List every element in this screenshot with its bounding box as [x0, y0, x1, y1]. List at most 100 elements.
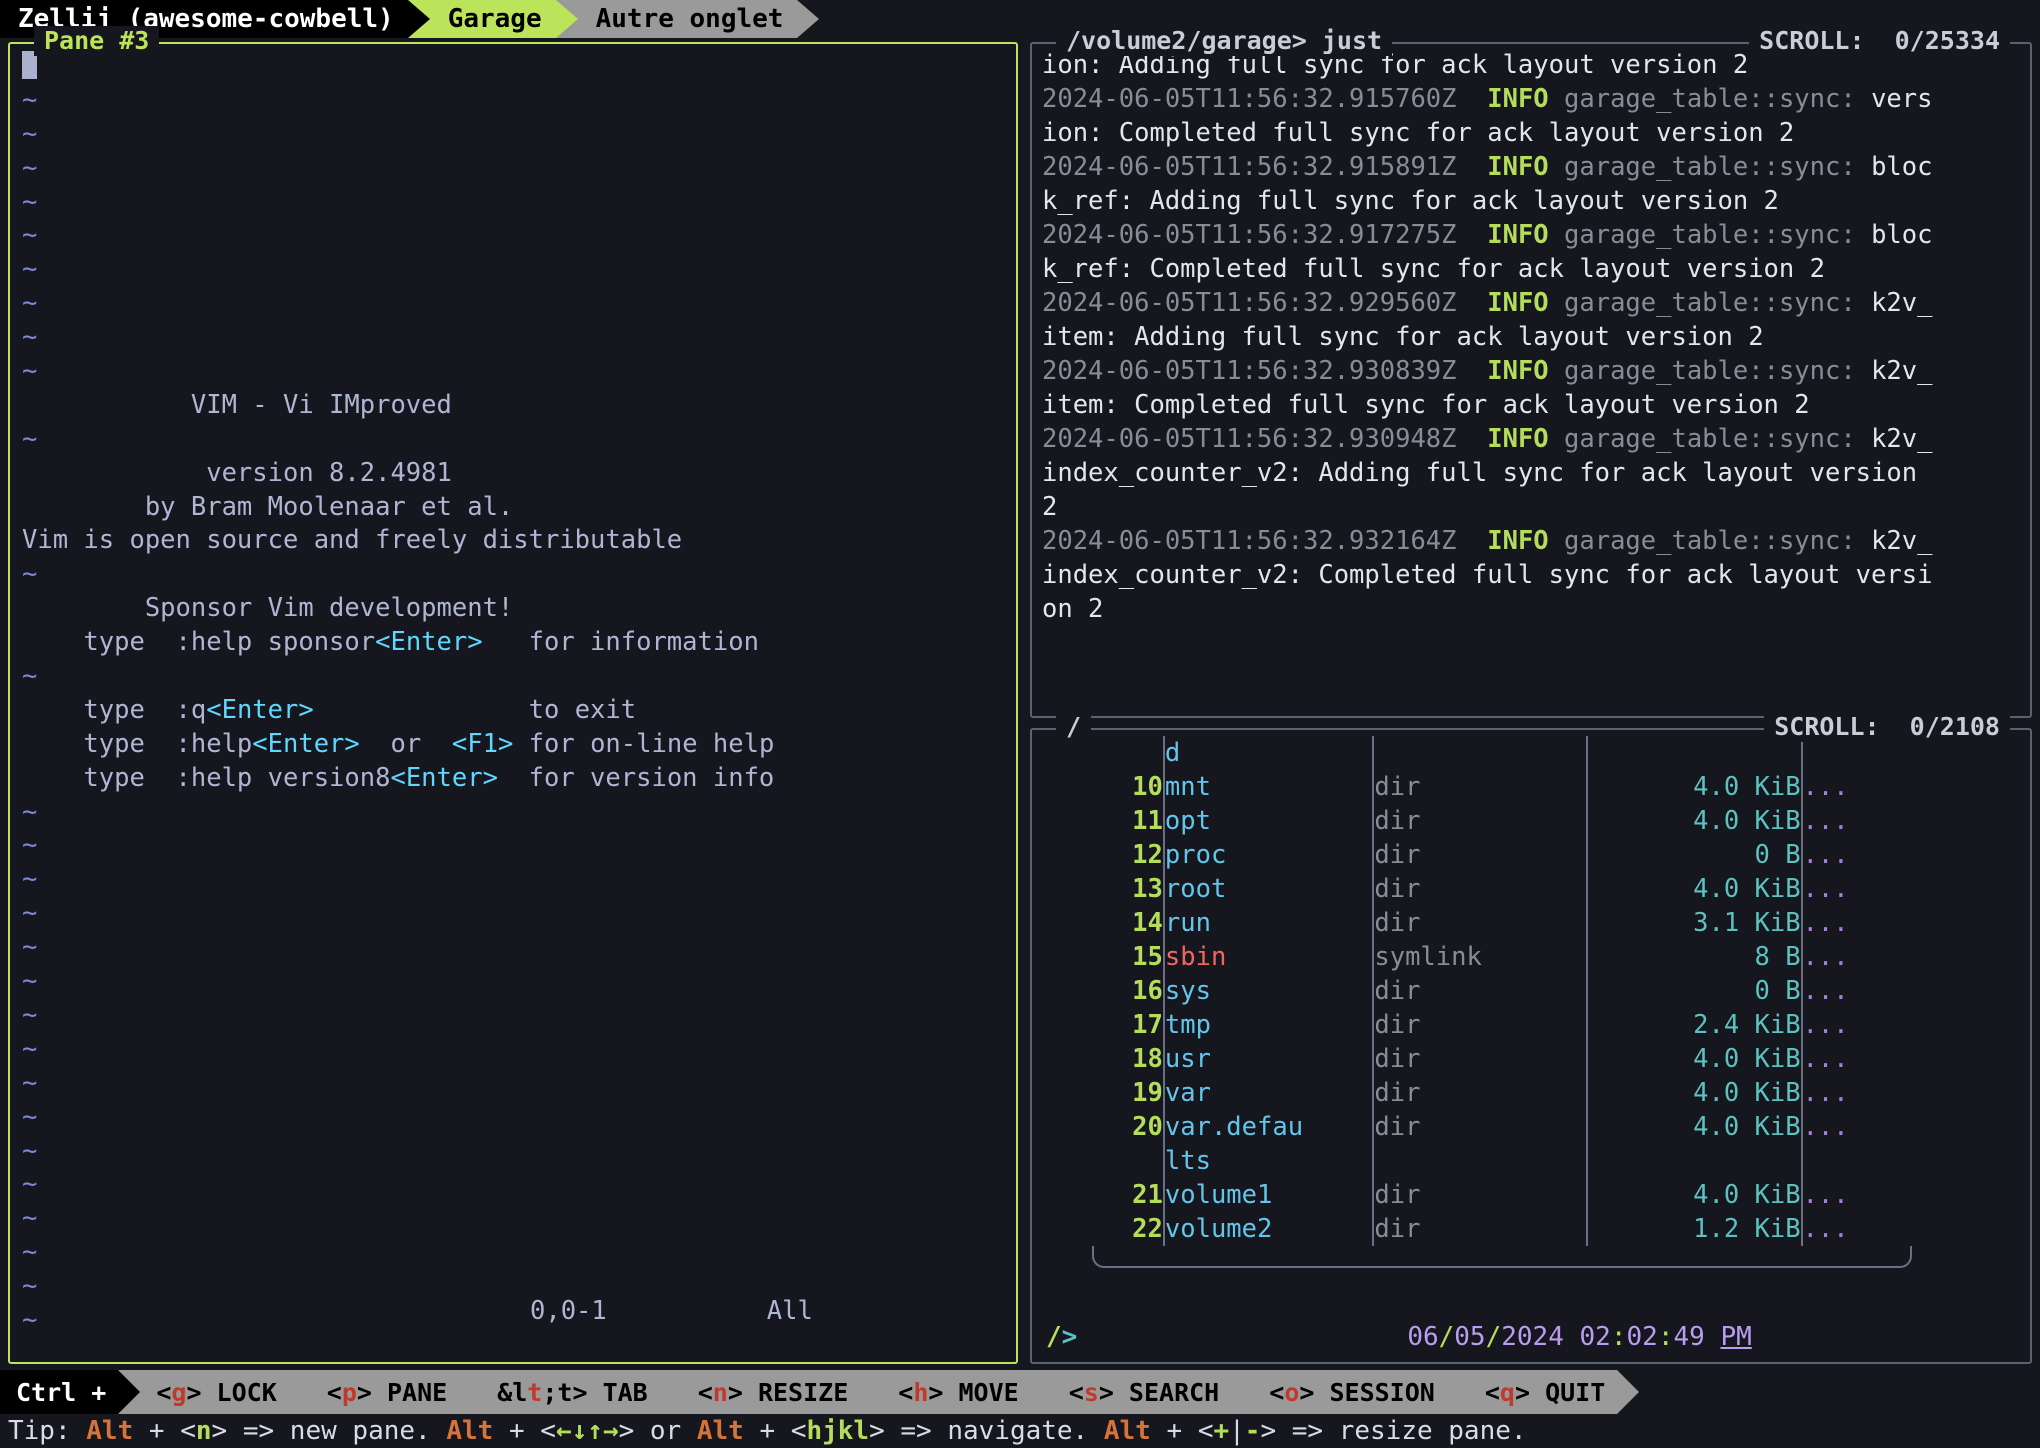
table-row[interactable]: 15 sbin symlink 8 B...	[1092, 940, 1912, 974]
file-type: dir	[1372, 1008, 1588, 1042]
status-key-label: < h > MOVE	[898, 1377, 1019, 1407]
file-more	[1800, 1144, 1912, 1178]
status-key-move[interactable]: < h > MOVE	[882, 1370, 1031, 1414]
vim-tilde: ~	[22, 796, 38, 827]
table-row[interactable]: 14 run dir 3.1 KiB...	[1092, 906, 1912, 940]
log-level: INFO	[1487, 220, 1549, 250]
vim-line: type :help sponsor<Enter> for informatio…	[22, 627, 759, 658]
file-name[interactable]: usr	[1162, 1042, 1374, 1076]
file-name[interactable]: mnt	[1162, 770, 1374, 804]
file-more[interactable]: ...	[1800, 1008, 1912, 1042]
file-index: 22	[1132, 1214, 1163, 1244]
table-row[interactable]: 22 volume2 dir 1.2 KiB...	[1092, 1212, 1912, 1246]
file-name[interactable]: tmp	[1162, 1008, 1374, 1042]
table-row[interactable]: 18 usr dir 4.0 KiB...	[1092, 1042, 1912, 1076]
vim-line: type :help version8<Enter> for version i…	[22, 762, 775, 793]
file-more[interactable]: ...	[1800, 770, 1912, 804]
table-row[interactable]: 13 root dir 4.0 KiB...	[1092, 872, 1912, 906]
file-name[interactable]: var	[1162, 1076, 1374, 1110]
file-type: dir	[1372, 974, 1588, 1008]
file-index: 11	[1132, 806, 1163, 836]
pane-files-content[interactable]: d 10 mnt dir 4.0 KiB... 11 opt dir 4.0 KiB... 12 p…	[1032, 730, 2030, 1362]
vim-tilde: ~	[22, 830, 38, 861]
log-line: 2024-06-05T11:56:32.915760Z INFO garage_…	[1042, 82, 2022, 116]
file-name[interactable]: opt	[1162, 804, 1374, 838]
tab-autre-onglet[interactable]: Autre onglet	[577, 0, 798, 38]
vim-line: ~	[22, 186, 1012, 220]
file-more[interactable]: ...	[1800, 1212, 1912, 1246]
vim-key-hint: <Enter>	[206, 694, 314, 725]
status-key-quit[interactable]: < q > QUIT	[1468, 1370, 1618, 1414]
file-more[interactable]: ...	[1800, 906, 1912, 940]
file-more[interactable]: ...	[1800, 838, 1912, 872]
tip-arrow-keys: ←↓↑→	[555, 1416, 619, 1446]
table-row[interactable]: lts	[1092, 1144, 1912, 1178]
status-key-pane[interactable]: < p > PANE	[310, 1370, 460, 1414]
pane-vim-content[interactable]: ~ ~ ~ ~ ~ ~ ~ ~ ~ VIM - Vi IMproved ~ version 8.2…	[10, 44, 1016, 1362]
status-arrow-icon	[1231, 1370, 1254, 1414]
pane-vim[interactable]: Pane #3 ~ ~ ~ ~ ~ ~ ~ ~ ~ VIM - Vi IMproved ~ ver…	[8, 26, 1018, 1364]
file-more[interactable]: ...	[1800, 1042, 1912, 1076]
pane-log[interactable]: /volume2/garage> just SCROLL: 0/25334 io…	[1030, 26, 2032, 718]
file-name[interactable]: volume2	[1162, 1212, 1374, 1246]
vim-line: ~	[22, 931, 1012, 965]
file-more[interactable]: ...	[1800, 974, 1912, 1008]
file-more[interactable]: ...	[1800, 804, 1912, 838]
table-row[interactable]: 12 proc dir 0 B...	[1092, 838, 1912, 872]
file-name[interactable]: sbin	[1162, 940, 1374, 974]
tip-alt-key: Alt	[86, 1416, 134, 1446]
file-type	[1372, 1144, 1588, 1178]
vim-line	[22, 50, 1012, 84]
file-more[interactable]: ...	[1800, 1076, 1912, 1110]
file-type: dir	[1372, 1212, 1588, 1246]
pane-files-title: /	[1056, 712, 1092, 742]
table-row[interactable]: 20 var.defau dir 4.0 KiB...	[1092, 1110, 1912, 1144]
status-key-label: < p > PANE	[326, 1377, 448, 1407]
pane-file-browser[interactable]: / SCROLL: 0/2108 d 10 mnt dir 4.0 KiB... 11 op…	[1030, 712, 2032, 1364]
file-name[interactable]: proc	[1162, 838, 1374, 872]
table-row[interactable]: 17 tmp dir 2.4 KiB...	[1092, 1008, 1912, 1042]
table-row[interactable]: 11 opt dir 4.0 KiB...	[1092, 804, 1912, 838]
file-more[interactable]: ...	[1800, 1110, 1912, 1144]
status-key-search[interactable]: < s > SEARCH	[1052, 1370, 1232, 1414]
file-index: 16	[1132, 976, 1163, 1006]
status-key-resize[interactable]: < n > RESIZE	[681, 1370, 861, 1414]
file-index	[1092, 1144, 1164, 1178]
log-message: k2v_	[1871, 288, 1933, 318]
log-line: 2024-06-05T11:56:32.930948Z INFO garage_…	[1042, 422, 2022, 456]
file-name[interactable]: var.defau	[1162, 1110, 1374, 1144]
tip-alt-key: Alt	[446, 1416, 494, 1446]
log-level: INFO	[1487, 288, 1549, 318]
pane-log-content[interactable]: ion: Adding full sync for ack layout ver…	[1032, 44, 2030, 716]
file-name[interactable]: sys	[1162, 974, 1374, 1008]
status-key-lock[interactable]: < g > LOCK	[140, 1370, 289, 1414]
log-message: k_ref: Completed full sync for ack layou…	[1042, 254, 1825, 284]
file-name[interactable]: run	[1162, 906, 1374, 940]
file-shell-prompt[interactable]: /> 06/05/2024 02:02:49 PM	[1046, 1322, 2006, 1352]
tip-alt-key: Alt	[696, 1416, 744, 1446]
file-more[interactable]: ...	[1800, 940, 1912, 974]
zellij-status-bar: Ctrl + < g > LOCK < p > PANE &l t ;t> TAB < n > RESI…	[0, 1370, 2040, 1448]
status-key-tab[interactable]: &l t ;t> TAB	[481, 1370, 660, 1414]
status-arrow-icon	[1617, 1370, 1640, 1414]
file-more[interactable]: ...	[1800, 872, 1912, 906]
log-line: item: Adding full sync for ack layout ve…	[1042, 320, 2022, 354]
log-line: ion: Completed full sync for ack layout …	[1042, 116, 2022, 150]
file-more[interactable]: ...	[1800, 1178, 1912, 1212]
log-line: item: Completed full sync for ack layout…	[1042, 388, 2022, 422]
status-arrow-icon	[118, 1370, 141, 1414]
table-row[interactable]: 21 volume1 dir 4.0 KiB...	[1092, 1178, 1912, 1212]
file-name[interactable]: volume1	[1162, 1178, 1374, 1212]
log-timestamp: 2024-06-05T11:56:32.932164Z	[1042, 526, 1457, 556]
file-type: dir	[1372, 906, 1588, 940]
table-row[interactable]: 10 mnt dir 4.0 KiB...	[1092, 770, 1912, 804]
tab-garage[interactable]: Garage	[429, 0, 556, 38]
table-row[interactable]: 16 sys dir 0 B...	[1092, 974, 1912, 1008]
file-name[interactable]: root	[1162, 872, 1374, 906]
log-line: 2024-06-05T11:56:32.930839Z INFO garage_…	[1042, 354, 2022, 388]
file-type: dir	[1372, 838, 1588, 872]
file-size: 0 B	[1586, 838, 1802, 872]
vim-tilde: ~	[22, 1135, 38, 1166]
status-key-session[interactable]: < o > SESSION	[1253, 1370, 1447, 1414]
table-row[interactable]: 19 var dir 4.0 KiB...	[1092, 1076, 1912, 1110]
